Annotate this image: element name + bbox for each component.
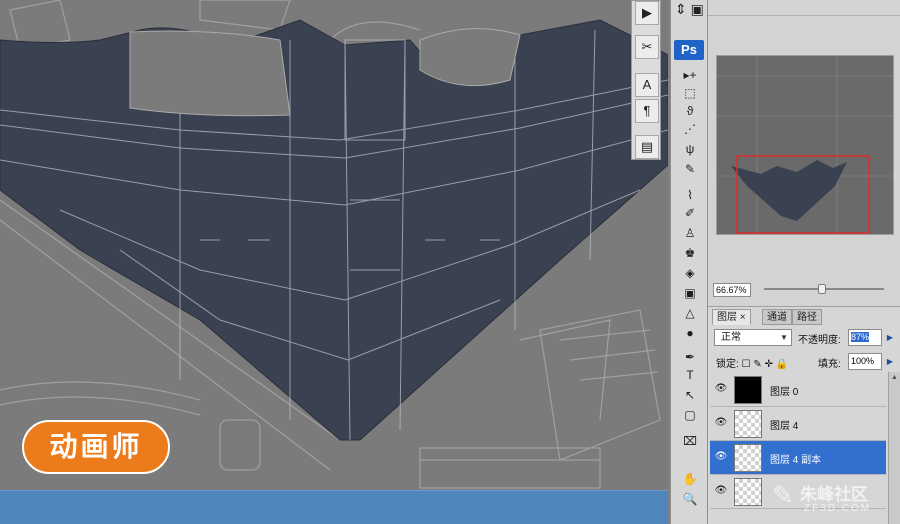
fill-field[interactable]: 100% <box>848 353 882 370</box>
uv-wireframe <box>0 0 668 489</box>
layer-name: 图层 4 副本 <box>770 455 822 466</box>
layer-thumbnail <box>734 444 762 472</box>
photoshop-logo[interactable]: Ps <box>674 40 704 60</box>
photoshop-window: 动画师 ▶ ✂ A ¶ ▤ ⇕ ▣ Ps ▸+ ⬚ ϑ ⋰ ψ ✎ ⌇ ✐ ♙ … <box>0 0 900 524</box>
selected-shape <box>0 19 668 441</box>
layer-row-selected[interactable]: 👁 图层 4 副本 <box>710 441 886 475</box>
eye-icon[interactable]: 👁 <box>714 417 728 429</box>
tools-panel: ⇕ ▣ Ps ▸+ ⬚ ϑ ⋰ ψ ✎ ⌇ ✐ ♙ ♚ ◈ ▣ △ ● ✒ T … <box>670 0 708 524</box>
healing-brush-tool-icon[interactable]: ⌇ <box>679 186 701 204</box>
play-action-icon[interactable]: ▶ <box>635 1 659 25</box>
layer-thumbnail <box>734 376 762 404</box>
move-tool-icon[interactable]: ▸+ <box>679 66 701 84</box>
lock-transparency-icon[interactable]: ☐ <box>742 359 751 370</box>
clone-stamp-tool-icon[interactable]: ♙ <box>679 224 701 242</box>
lock-label: 锁定: <box>716 359 739 370</box>
eraser-tool-icon[interactable]: ◈ <box>679 264 701 282</box>
tool-preset-icon[interactable]: ✂ <box>635 35 659 59</box>
blend-mode-value: 正常 <box>721 332 741 343</box>
fill-arrow-icon[interactable]: ▶ <box>884 353 896 370</box>
lock-all-icon[interactable]: 🔒 <box>776 359 788 370</box>
layer-name: 图层 4 <box>770 421 799 432</box>
layer-row[interactable]: 👁 图层 4 <box>710 407 886 441</box>
studio-logo-badge: 动画师 <box>22 420 170 474</box>
tab-channels[interactable]: 通道 <box>762 309 792 325</box>
floating-tool-panel: ▶ ✂ A ¶ ▤ <box>631 0 661 160</box>
eye-icon[interactable]: 👁 <box>714 485 728 497</box>
blend-mode-select[interactable]: 正常 ▼ <box>714 329 792 346</box>
path-selection-tool-icon[interactable]: ↖ <box>679 386 701 404</box>
shape-tool-icon[interactable]: ▢ <box>679 406 701 424</box>
navigator-tab-strip[interactable] <box>708 0 900 16</box>
crop-tool-icon[interactable]: ψ <box>679 140 701 158</box>
watermark-logo-icon: ✎ <box>772 480 794 510</box>
lock-controls: 锁定: ☐ ✎ ✛ 🔒 <box>716 355 788 370</box>
lasso-tool-icon[interactable]: ϑ <box>679 102 701 120</box>
panel-grip-icon[interactable]: ⇕ ▣ <box>675 0 705 20</box>
character-panel-icon[interactable]: A <box>635 73 659 97</box>
chevron-down-icon[interactable]: ▼ <box>778 331 790 344</box>
layer-thumbnail <box>734 410 762 438</box>
layer-row[interactable]: 👁 图层 0 <box>710 373 886 407</box>
navigator-preview[interactable] <box>716 55 894 235</box>
watermark-url: ZF3D.COM <box>804 503 872 514</box>
watermark-title: 朱峰社区 <box>800 485 868 504</box>
eye-icon[interactable]: 👁 <box>714 451 728 463</box>
taskbar <box>0 490 668 524</box>
layer-thumbnail <box>734 478 762 506</box>
zoom-slider-handle[interactable] <box>818 284 826 294</box>
hand-tool-icon[interactable]: ✋ <box>679 470 701 488</box>
layer-comps-icon[interactable]: ▤ <box>635 135 659 159</box>
navigator-thumbnail <box>717 56 893 234</box>
opacity-label: 不透明度: <box>798 335 841 346</box>
document-canvas[interactable]: 动画师 <box>0 0 668 490</box>
magic-wand-tool-icon[interactable]: ⋰ <box>679 120 701 138</box>
pen-tool-icon[interactable]: ✒ <box>679 348 701 366</box>
notes-tool-icon[interactable]: ⌧ <box>679 432 701 450</box>
tab-layers[interactable]: 图层 × <box>712 309 751 325</box>
history-brush-tool-icon[interactable]: ♚ <box>679 244 701 262</box>
zoom-tool-icon[interactable]: 🔍 <box>679 490 701 508</box>
fill-label: 填充: <box>818 359 841 370</box>
brush-tool-icon[interactable]: ✐ <box>679 204 701 222</box>
dodge-tool-icon[interactable]: ● <box>679 324 701 342</box>
lock-pixels-icon[interactable]: ✎ <box>753 359 761 370</box>
eyedropper-tool-icon[interactable]: ✎ <box>679 160 701 178</box>
blur-tool-icon[interactable]: △ <box>679 304 701 322</box>
tab-paths[interactable]: 路径 <box>792 309 822 325</box>
opacity-field[interactable]: 87% <box>848 329 882 346</box>
type-tool-icon[interactable]: T <box>679 366 701 384</box>
eye-icon[interactable]: 👁 <box>714 383 728 395</box>
opacity-value: 87% <box>851 332 870 342</box>
right-panel-dock: 66.67% 图层 × 通道 路径 正常 ▼ 不透明度: 87% ▶ 锁定: ☐… <box>708 0 900 524</box>
zoom-level-field[interactable]: 66.67% <box>713 283 751 297</box>
scroll-up-icon[interactable]: ▲ <box>889 372 900 384</box>
opacity-arrow-icon[interactable]: ▶ <box>884 329 896 346</box>
navigator-footer: 66.67% <box>708 282 900 298</box>
layer-name: 图层 0 <box>770 387 799 398</box>
site-watermark: ✎ 朱峰社区 ZF3D.COM <box>770 476 900 524</box>
lock-position-icon[interactable]: ✛ <box>764 359 772 370</box>
paragraph-panel-icon[interactable]: ¶ <box>635 99 659 123</box>
gradient-tool-icon[interactable]: ▣ <box>679 284 701 302</box>
marquee-tool-icon[interactable]: ⬚ <box>679 84 701 102</box>
